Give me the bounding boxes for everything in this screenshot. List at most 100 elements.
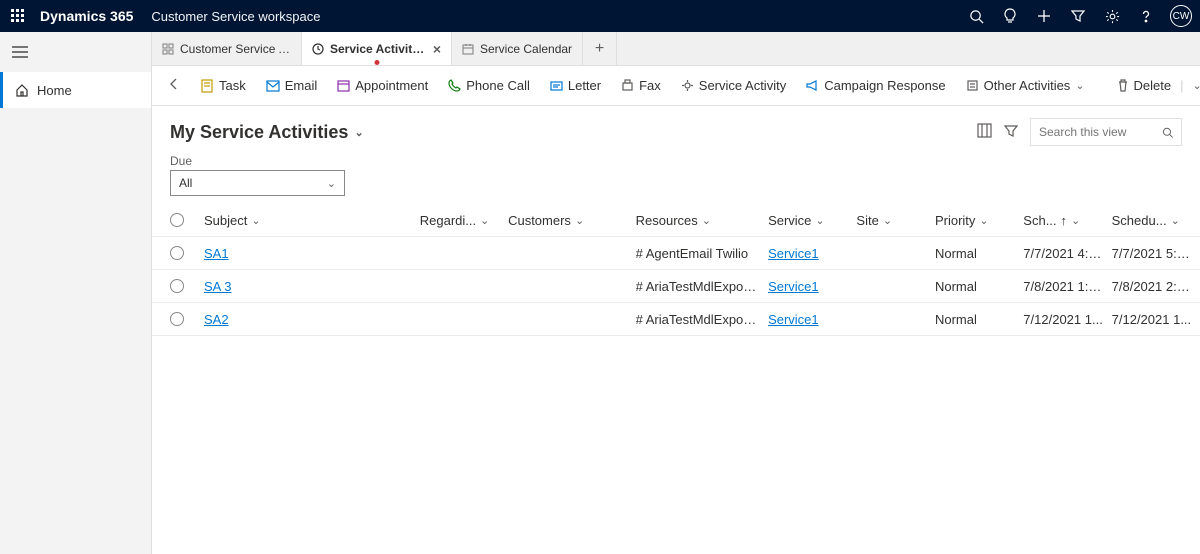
row-checkbox[interactable] xyxy=(170,246,184,260)
delete-button[interactable]: Delete|⌄ xyxy=(1109,74,1200,97)
view-title[interactable]: My Service Activities⌄ xyxy=(170,122,364,143)
chevron-down-icon: ⌄ xyxy=(354,126,363,139)
campaign-response-button[interactable]: Campaign Response xyxy=(798,74,953,97)
chevron-down-icon: ⌄ xyxy=(251,214,260,227)
grid-row[interactable]: SA2 # AriaTestMdlExporter Service1 Norma… xyxy=(152,303,1200,336)
service-icon xyxy=(681,79,694,92)
cell-sched-end: 7/7/2021 5:4... xyxy=(1112,246,1200,261)
filter-icon[interactable] xyxy=(1004,124,1018,141)
global-topbar: Dynamics 365 Customer Service workspace … xyxy=(0,0,1200,32)
filter-icon[interactable] xyxy=(1068,6,1088,26)
column-priority[interactable]: Priority ⌄ xyxy=(935,213,1023,228)
workspace-name: Customer Service workspace xyxy=(151,9,320,24)
letter-icon xyxy=(550,79,563,92)
email-button[interactable]: Email xyxy=(258,74,326,97)
chevron-down-icon: ⌄ xyxy=(702,214,711,227)
grid-row[interactable]: SA 3 # AriaTestMdlExporter Service1 Norm… xyxy=(152,270,1200,303)
column-subject[interactable]: Subject ⌄ xyxy=(204,213,420,228)
subject-link[interactable]: SA1 xyxy=(204,246,229,261)
search-icon[interactable] xyxy=(966,6,986,26)
subject-link[interactable]: SA 3 xyxy=(204,279,231,294)
lightbulb-icon[interactable] xyxy=(1000,6,1020,26)
tab-indicator-dot xyxy=(374,60,379,65)
delete-icon xyxy=(1117,79,1129,92)
row-checkbox[interactable] xyxy=(170,279,184,293)
add-icon[interactable] xyxy=(1034,6,1054,26)
sidebar-item-label: Home xyxy=(37,83,72,98)
tabstrip: Customer Service A... Service Activities… xyxy=(152,32,1200,66)
calendar-icon xyxy=(462,43,474,55)
email-icon xyxy=(266,80,280,92)
activities-grid: Subject ⌄ Regardi... ⌄ Customers ⌄ Resou… xyxy=(152,204,1200,554)
chevron-down-icon: ⌄ xyxy=(883,214,892,227)
row-checkbox[interactable] xyxy=(170,312,184,326)
task-button[interactable]: Task xyxy=(192,74,254,97)
tab-customer-service[interactable]: Customer Service A... xyxy=(152,32,302,65)
chevron-down-icon: ⌄ xyxy=(815,214,824,227)
chevron-down-icon: ⌄ xyxy=(1075,79,1084,92)
task-icon xyxy=(200,79,214,93)
cell-resources: # AgentEmail Twilio xyxy=(636,246,768,261)
letter-button[interactable]: Letter xyxy=(542,74,609,97)
tab-label: Service Calendar xyxy=(480,42,572,56)
hamburger-icon[interactable] xyxy=(0,32,151,72)
chevron-down-icon: ⌄ xyxy=(327,177,336,190)
phone-icon xyxy=(448,79,461,92)
close-tab-icon[interactable]: × xyxy=(433,41,441,57)
appointment-button[interactable]: Appointment xyxy=(329,74,436,97)
fax-icon xyxy=(621,79,634,92)
campaign-icon xyxy=(806,79,819,92)
grid-row[interactable]: SA1 # AgentEmail Twilio Service1 Normal … xyxy=(152,237,1200,270)
chevron-down-icon: ⌄ xyxy=(480,214,489,227)
other-activities-button[interactable]: Other Activities⌄ xyxy=(958,74,1093,97)
fax-button[interactable]: Fax xyxy=(613,74,669,97)
service-link[interactable]: Service1 xyxy=(768,312,819,327)
chevron-down-icon: ⌄ xyxy=(575,214,584,227)
tab-service-calendar[interactable]: Service Calendar xyxy=(452,32,583,65)
cell-priority: Normal xyxy=(935,246,1023,261)
avatar-initials: CW xyxy=(1173,11,1190,22)
settings-icon[interactable] xyxy=(1102,6,1122,26)
cell-sched-start: 7/8/2021 1:3... xyxy=(1023,279,1111,294)
chevron-down-icon: ⌄ xyxy=(1071,214,1080,227)
cell-resources: # AriaTestMdlExporter xyxy=(636,312,768,327)
chevron-down-icon[interactable]: ⌄ xyxy=(1193,79,1200,92)
column-regarding[interactable]: Regardi... ⌄ xyxy=(420,213,508,228)
cell-sched-end: 7/8/2021 2:3... xyxy=(1112,279,1200,294)
clock-icon xyxy=(312,43,324,55)
chevron-down-icon: ⌄ xyxy=(979,214,988,227)
cell-priority: Normal xyxy=(935,312,1023,327)
column-sched-end[interactable]: Schedu... ⌄ xyxy=(1112,213,1200,228)
search-view-container xyxy=(1030,118,1182,146)
sidebar-item-home[interactable]: Home xyxy=(0,72,151,108)
column-sched-start[interactable]: Sch... ↑ ⌄ xyxy=(1023,213,1111,228)
sort-up-icon: ↑ xyxy=(1061,213,1068,228)
column-service[interactable]: Service ⌄ xyxy=(768,213,856,228)
service-link[interactable]: Service1 xyxy=(768,279,819,294)
subject-link[interactable]: SA2 xyxy=(204,312,229,327)
search-view-input[interactable] xyxy=(1039,125,1156,139)
user-avatar[interactable]: CW xyxy=(1170,5,1192,27)
due-filter-select[interactable]: All ⌄ xyxy=(170,170,345,196)
help-icon[interactable] xyxy=(1136,6,1156,26)
phone-call-button[interactable]: Phone Call xyxy=(440,74,538,97)
back-button[interactable] xyxy=(160,78,188,93)
column-customers[interactable]: Customers ⌄ xyxy=(508,213,636,228)
cell-priority: Normal xyxy=(935,279,1023,294)
app-launcher-icon[interactable] xyxy=(8,6,28,26)
select-all-checkbox[interactable] xyxy=(170,213,184,227)
grid-header: Subject ⌄ Regardi... ⌄ Customers ⌄ Resou… xyxy=(152,204,1200,237)
due-filter-label: Due xyxy=(170,154,1182,168)
search-icon[interactable] xyxy=(1162,126,1173,139)
tab-label: Service Activities My Ser... xyxy=(330,42,427,56)
tab-service-activities[interactable]: Service Activities My Ser... × xyxy=(302,32,452,65)
service-link[interactable]: Service1 xyxy=(768,246,819,261)
grid-icon xyxy=(162,43,174,55)
edit-columns-icon[interactable] xyxy=(977,123,992,141)
service-activity-button[interactable]: Service Activity xyxy=(673,74,794,97)
column-resources[interactable]: Resources ⌄ xyxy=(636,213,768,228)
column-site[interactable]: Site ⌄ xyxy=(856,213,935,228)
cell-sched-start: 7/7/2021 4:4... xyxy=(1023,246,1111,261)
brand-title[interactable]: Dynamics 365 xyxy=(40,8,133,24)
new-tab-button[interactable]: + xyxy=(583,32,617,65)
